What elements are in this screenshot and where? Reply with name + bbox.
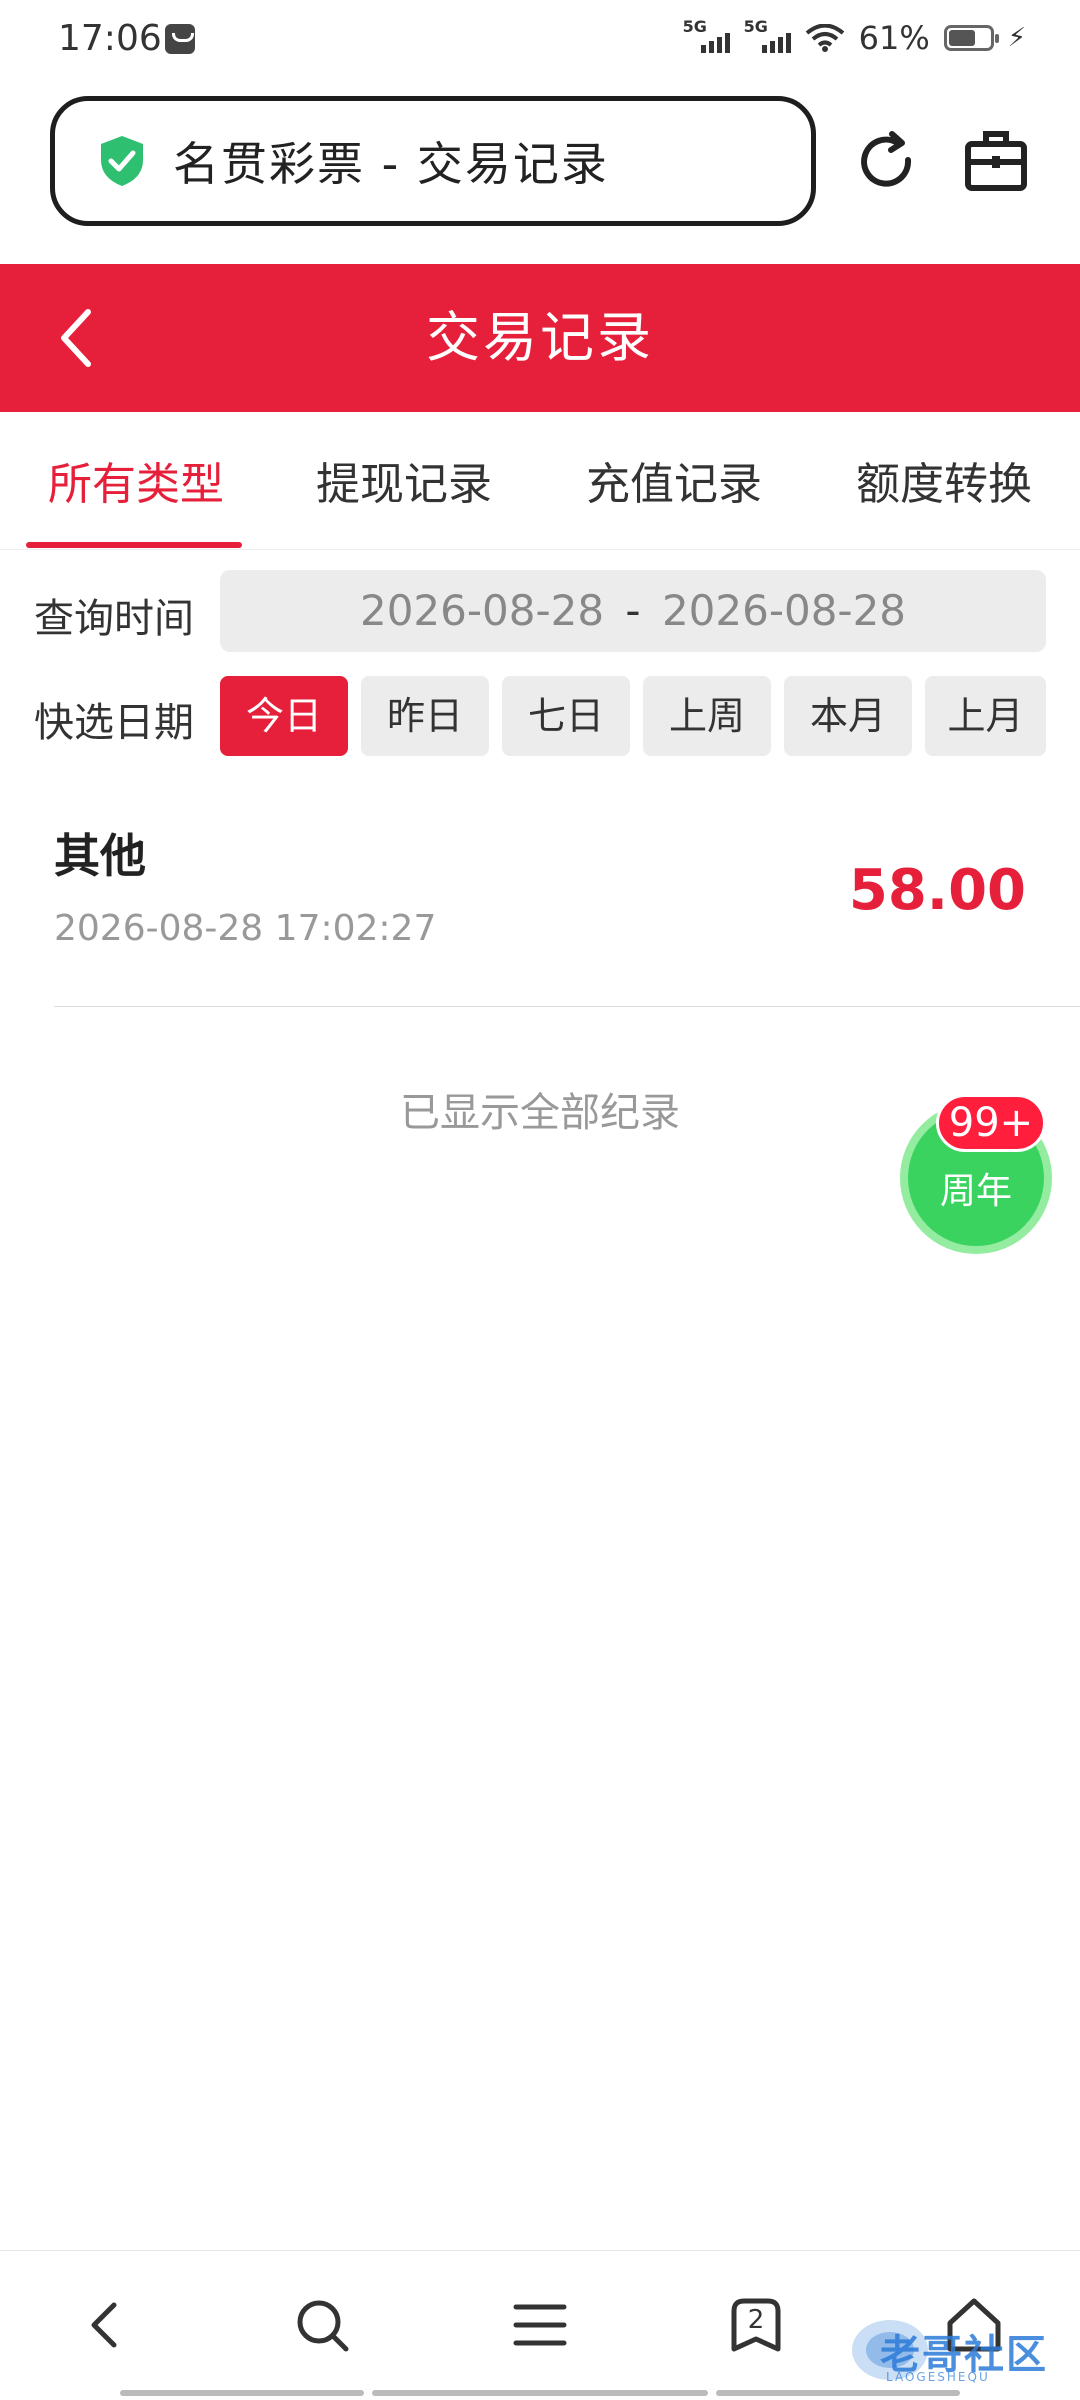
date-end: 2026-08-28 [661, 586, 907, 635]
date-range-picker[interactable]: 2026-08-28 - 2026-08-28 [220, 570, 1046, 652]
search-icon[interactable] [292, 2295, 352, 2355]
reload-icon[interactable] [856, 130, 920, 194]
tab-withdraw-records[interactable]: 提现记录 [316, 448, 492, 512]
back-icon[interactable] [76, 2295, 136, 2355]
notification-badge: 99+ [936, 1094, 1046, 1152]
tabs-icon[interactable]: 2 [726, 2295, 786, 2355]
shield-check-icon [101, 136, 143, 186]
signal-icon: 5G [683, 17, 730, 53]
tab-all-types[interactable]: 所有类型 [48, 448, 224, 512]
all-records-shown-text: 已显示全部纪录 [400, 1090, 680, 1136]
wifi-icon [805, 24, 844, 52]
battery-percent: 61% [858, 19, 930, 57]
watermark-subtext: LAOGESHEQU [886, 2370, 990, 2384]
query-time-label: 查询时间 [34, 596, 194, 642]
tab-credit-transfer[interactable]: 额度转换 [856, 448, 1032, 512]
type-tabs: 所有类型 提现记录 充值记录 额度转换 [0, 412, 1080, 550]
gesture-bar-right [716, 2390, 960, 2396]
charging-icon: ⚡ [1007, 23, 1026, 53]
status-bar: 17:06 5G 5G 61% ⚡ [0, 0, 1080, 84]
app-header: 交易记录 [0, 264, 1080, 412]
record-time: 2026-08-28 17:02:27 [54, 908, 437, 949]
status-time: 17:06 [58, 18, 162, 59]
active-tab-indicator [26, 542, 242, 548]
battery-icon [943, 25, 999, 51]
toolbox-icon[interactable] [964, 128, 1028, 194]
quick-date-yesterday[interactable]: 昨日 [361, 676, 489, 756]
tab-count: 2 [747, 2305, 765, 2335]
address-text: 名贯彩票 - 交易记录 [173, 137, 609, 191]
menu-icon[interactable] [510, 2295, 570, 2355]
message-notification-icon [165, 24, 195, 54]
quick-date-seven-days[interactable]: 七日 [502, 676, 630, 756]
date-separator: - [625, 586, 641, 635]
quick-date-last-month[interactable]: 上月 [925, 676, 1046, 756]
divider [54, 1006, 1080, 1007]
network-type-label: 5G [682, 17, 707, 36]
record-amount: 58.00 [848, 858, 1026, 923]
record-title: 其他 [54, 829, 146, 883]
address-bar[interactable]: 名贯彩票 - 交易记录 [50, 96, 816, 226]
network-type-label-2: 5G [743, 17, 768, 36]
quick-date-last-week[interactable]: 上周 [643, 676, 771, 756]
quick-date-today[interactable]: 今日 [220, 676, 348, 756]
page-title: 交易记录 [426, 306, 654, 369]
quick-date-this-month[interactable]: 本月 [784, 676, 912, 756]
status-indicators: 5G 5G 61% ⚡ [683, 17, 1026, 58]
gesture-bar-left [120, 2390, 364, 2396]
signal-icon-2: 5G [744, 17, 791, 53]
quick-date-label: 快选日期 [34, 700, 194, 746]
gesture-bar-center [372, 2390, 708, 2396]
anniversary-label: 周年 [939, 1171, 1012, 1212]
date-start: 2026-08-28 [359, 586, 605, 635]
tab-recharge-records[interactable]: 充值记录 [586, 448, 762, 512]
